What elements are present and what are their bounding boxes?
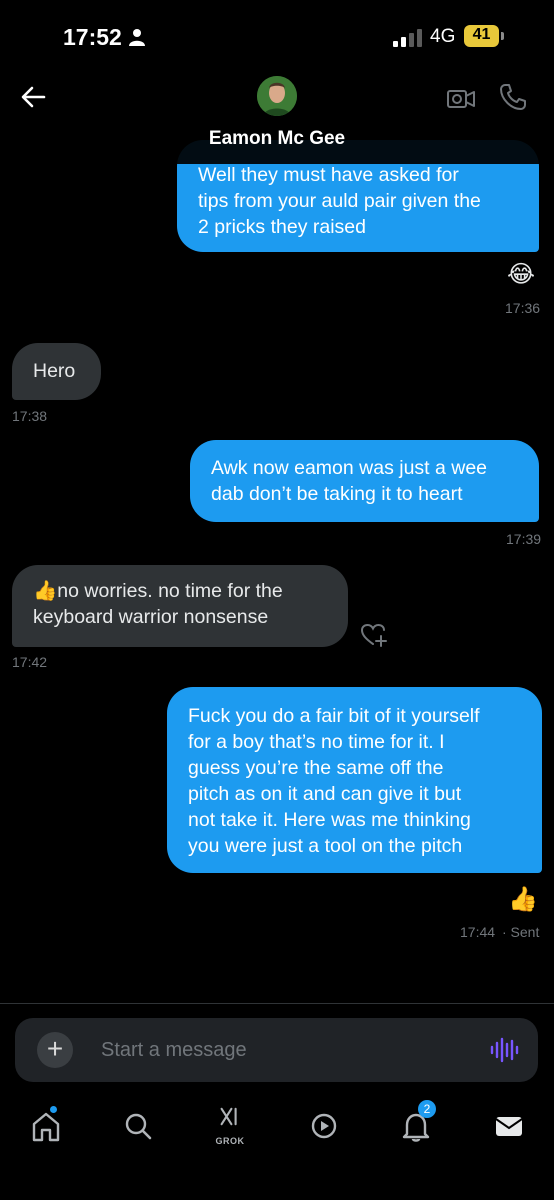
message-line: not take it. Here was me thinking <box>188 809 471 831</box>
search-icon[interactable] <box>118 1106 158 1146</box>
message-bubble-incoming[interactable]: 👍no worries. no time for the keyboard wa… <box>12 565 348 647</box>
message-timestamp: 17:36 <box>505 300 541 316</box>
message-bubble-outgoing[interactable]: Awk now eamon was just a wee dab don’t b… <box>190 440 539 522</box>
message-timestamp: 17:42 <box>12 654 48 670</box>
status-bar: 17:52 4G 41 <box>0 0 554 76</box>
voice-message-icon[interactable] <box>489 1036 519 1064</box>
messages-icon[interactable] <box>489 1106 529 1146</box>
person-icon <box>129 29 145 46</box>
home-icon[interactable] <box>26 1106 66 1146</box>
grok-icon[interactable]: GROK <box>210 1106 250 1146</box>
contact-name[interactable]: Eamon Mc Gee <box>0 128 554 150</box>
network-type: 4G <box>430 26 456 47</box>
message-line: 👍no worries. no time for the <box>33 580 283 602</box>
divider <box>0 1003 554 1004</box>
message-status: · Sent <box>502 924 540 940</box>
home-notification-dot <box>50 1106 57 1113</box>
message-line: tips from your auld pair given the <box>198 190 481 212</box>
add-reaction-icon[interactable] <box>360 622 388 648</box>
phone-icon[interactable] <box>498 82 528 112</box>
battery-icon: 41 <box>464 25 504 47</box>
message-line: 2 pricks they raised <box>198 216 366 238</box>
bottom-navigation: GROK 2 <box>0 1092 554 1200</box>
message-input[interactable] <box>101 1036 461 1064</box>
message-timestamp: 17:44 <box>460 924 496 940</box>
battery-level: 41 <box>472 26 491 43</box>
signal-icon <box>393 29 422 47</box>
message-line: you were just a tool on the pitch <box>188 835 463 857</box>
message-line: pitch as on it and can give it but <box>188 783 462 805</box>
message-bubble-outgoing[interactable]: Fuck you do a fair bit of it yourself fo… <box>167 687 542 873</box>
video-call-icon[interactable] <box>446 84 476 114</box>
notifications-icon[interactable]: 2 <box>396 1100 436 1146</box>
message-timestamp: 17:38 <box>12 408 48 424</box>
message-timestamp: 17:39 <box>506 531 542 547</box>
message-line: for a boy that’s no time for it. I <box>188 731 445 753</box>
message-line: keyboard warrior nonsense <box>33 606 269 628</box>
grok-label: GROK <box>215 1136 245 1146</box>
message-line: Hero <box>33 360 76 382</box>
back-arrow-icon[interactable] <box>18 82 48 112</box>
message-line: Well they must have asked for <box>198 164 459 186</box>
message-line: Awk now eamon was just a wee <box>211 457 488 479</box>
reaction-laughing[interactable]: 😂 <box>507 260 535 289</box>
video-icon[interactable] <box>304 1106 344 1146</box>
notifications-badge: 2 <box>418 1100 436 1118</box>
message-line: guess you’re the same off the <box>188 757 444 779</box>
reaction-thumbs-up[interactable]: 👍 <box>508 885 538 914</box>
message-line: dab don’t be taking it to heart <box>211 483 463 505</box>
add-media-button[interactable]: + <box>37 1032 73 1068</box>
avatar[interactable] <box>257 76 297 116</box>
message-bubble-incoming[interactable]: Hero <box>12 343 101 400</box>
status-time: 17:52 <box>63 24 122 50</box>
conversation-header: Eamon Mc Gee <box>0 76 554 164</box>
message-line: Fuck you do a fair bit of it yourself <box>188 705 480 727</box>
message-composer: + <box>15 1018 538 1082</box>
